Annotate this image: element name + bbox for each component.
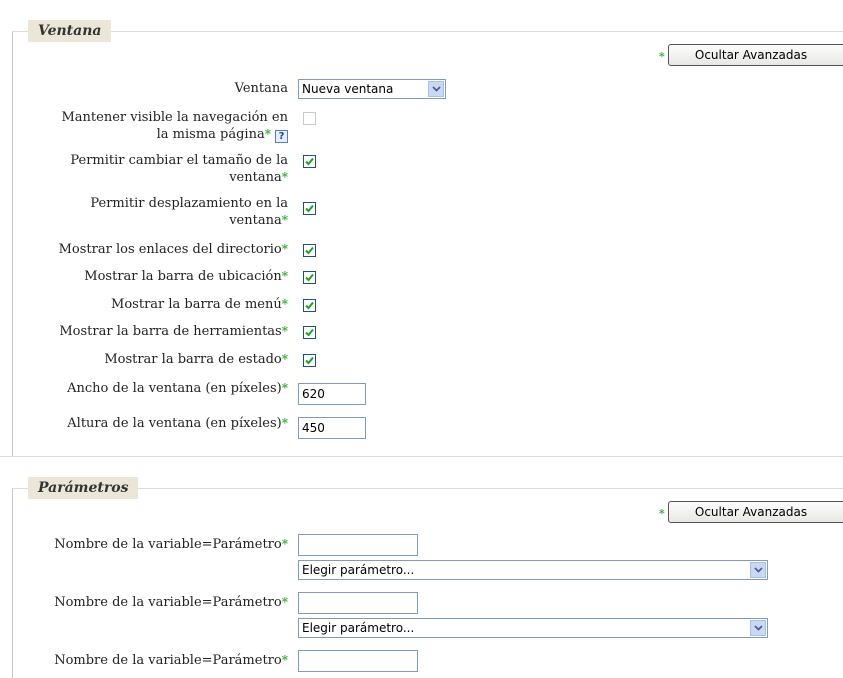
- check-icon: [305, 328, 314, 337]
- param-name-input[interactable]: [298, 650, 418, 672]
- ubicacion-label: Mostrar la barra de ubicación*: [84, 268, 288, 285]
- required-star: *: [281, 537, 288, 551]
- directorio-checkbox[interactable]: [303, 244, 316, 257]
- altura-input[interactable]: 450: [298, 417, 366, 439]
- desplazamiento-label-line2: ventana: [229, 213, 282, 228]
- param-label: Nombre de la variable=Parámetro*: [54, 594, 288, 611]
- help-icon[interactable]: ?: [275, 130, 288, 143]
- chevron-down-icon: [750, 562, 766, 578]
- menu-label-text: Mostrar la barra de menú: [111, 297, 282, 312]
- estado-label: Mostrar la barra de estado*: [104, 351, 288, 368]
- required-star: *: [281, 242, 288, 256]
- param-label-text: Nombre de la variable=Parámetro: [54, 653, 282, 668]
- ancho-label: Ancho de la ventana (en píxeles)*: [67, 380, 288, 397]
- param-label-text: Nombre de la variable=Parámetro: [54, 595, 282, 610]
- ocultar-avanzadas-button-parametros[interactable]: Ocultar Avanzadas: [668, 501, 843, 523]
- required-star: *: [281, 595, 288, 609]
- check-icon: [305, 157, 314, 166]
- ventana-label: Ventana: [234, 81, 288, 96]
- param-select[interactable]: Elegir parámetro...: [298, 618, 768, 638]
- herramientas-label-text: Mostrar la barra de herramientas: [59, 324, 282, 339]
- menu-label: Mostrar la barra de menú*: [111, 296, 288, 313]
- check-icon: [305, 301, 314, 310]
- required-star: *: [659, 507, 665, 520]
- param-name-input[interactable]: [298, 534, 418, 556]
- estado-label-text: Mostrar la barra de estado: [104, 352, 282, 367]
- required-star: *: [281, 213, 288, 227]
- cambiar-tamano-label: Permitir cambiar el tamaño de la ventana…: [70, 153, 288, 186]
- ancho-input[interactable]: 620: [298, 383, 366, 405]
- check-icon: [305, 204, 314, 213]
- menu-checkbox[interactable]: [303, 299, 316, 312]
- required-star: *: [281, 170, 288, 184]
- required-star: *: [281, 381, 288, 395]
- param-name-input[interactable]: [298, 592, 418, 614]
- ventana-legend: Ventana: [28, 20, 112, 42]
- check-icon: [305, 246, 314, 255]
- herramientas-label: Mostrar la barra de herramientas*: [59, 323, 288, 340]
- required-star: *: [264, 127, 271, 141]
- desplazamiento-label: Permitir desplazamiento en la ventana*: [90, 196, 288, 229]
- param-select-value: Elegir parámetro...: [302, 621, 415, 635]
- ubicacion-checkbox[interactable]: [303, 271, 316, 284]
- ancho-label-text: Ancho de la ventana (en píxeles): [67, 381, 282, 396]
- check-icon: [305, 273, 314, 282]
- mantener-label-line2: la misma página: [156, 127, 265, 142]
- ubicacion-label-text: Mostrar la barra de ubicación: [84, 269, 282, 284]
- param-label: Nombre de la variable=Parámetro*: [54, 652, 288, 669]
- required-star: *: [281, 297, 288, 311]
- ocultar-avanzadas-button[interactable]: Ocultar Avanzadas: [668, 44, 843, 66]
- cambiar-tamano-label-line2: ventana: [229, 170, 282, 185]
- herramientas-checkbox[interactable]: [303, 326, 316, 339]
- desplazamiento-checkbox[interactable]: [303, 202, 316, 215]
- param-select-value: Elegir parámetro...: [302, 563, 415, 577]
- required-star: *: [281, 416, 288, 430]
- param-label-text: Nombre de la variable=Parámetro: [54, 537, 282, 552]
- required-star: *: [281, 324, 288, 338]
- desplazamiento-label-line1: Permitir desplazamiento en la: [90, 196, 288, 211]
- parametros-legend: Parámetros: [28, 477, 139, 499]
- required-star: *: [281, 352, 288, 366]
- check-icon: [305, 356, 314, 365]
- cambiar-tamano-label-line1: Permitir cambiar el tamaño de la: [70, 153, 288, 168]
- directorio-label: Mostrar los enlaces del directorio*: [59, 241, 288, 258]
- chevron-down-icon: [750, 620, 766, 636]
- altura-label: Altura de la ventana (en píxeles)*: [67, 415, 288, 432]
- mantener-label-line1: Mantener visible la navegación en: [61, 110, 288, 125]
- directorio-label-text: Mostrar los enlaces del directorio: [58, 242, 282, 257]
- section-divider: [0, 456, 843, 457]
- ventana-select-value: Nueva ventana: [302, 82, 394, 96]
- required-star: *: [281, 653, 288, 667]
- param-label: Nombre de la variable=Parámetro*: [54, 536, 288, 553]
- cambiar-tamano-checkbox[interactable]: [303, 155, 316, 168]
- ventana-select[interactable]: Nueva ventana: [298, 79, 446, 99]
- param-select[interactable]: Elegir parámetro...: [298, 560, 768, 580]
- mantener-checkbox[interactable]: [303, 112, 316, 125]
- altura-label-text: Altura de la ventana (en píxeles): [67, 416, 282, 431]
- required-star: *: [659, 50, 665, 63]
- required-star: *: [281, 269, 288, 283]
- mantener-label: Mantener visible la navegación en la mis…: [61, 110, 288, 143]
- chevron-down-icon: [428, 81, 444, 97]
- estado-checkbox[interactable]: [303, 354, 316, 367]
